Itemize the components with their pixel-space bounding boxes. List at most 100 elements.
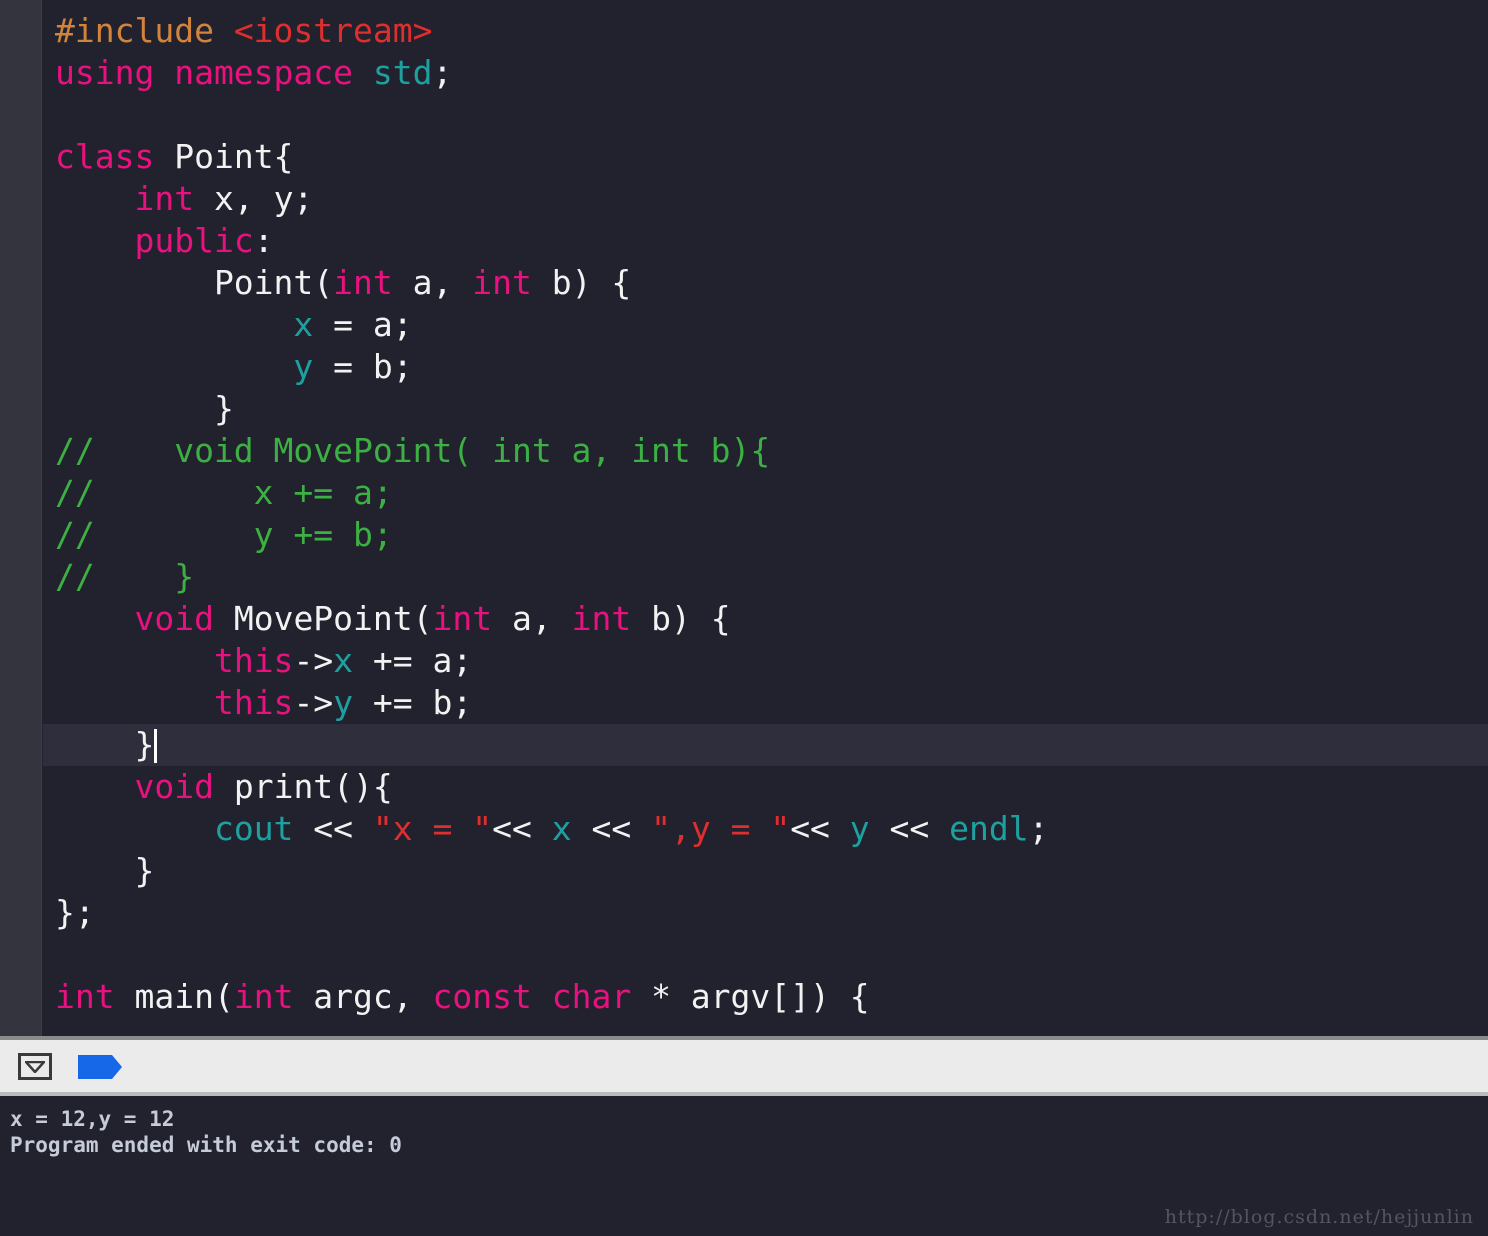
code-token: << — [790, 809, 850, 848]
code-text-area[interactable]: #include <iostream> using namespace std; c… — [43, 0, 1488, 1036]
code-token: int — [472, 263, 532, 302]
code-token: // x += a; — [55, 473, 393, 512]
code-line[interactable]: } — [43, 724, 1488, 766]
code-line[interactable]: // } — [43, 556, 1488, 598]
code-line[interactable]: Point(int a, int b) { — [43, 262, 1488, 304]
code-token: class — [55, 137, 175, 176]
code-line[interactable] — [43, 94, 1488, 136]
code-token: y — [849, 809, 870, 848]
code-lines-container: #include <iostream> using namespace std; c… — [43, 10, 1488, 1018]
xcode-editor-window: #include <iostream> using namespace std; c… — [0, 0, 1488, 1236]
code-line[interactable]: y = b; — [43, 346, 1488, 388]
code-token: argc, — [293, 977, 433, 1016]
code-token: a, — [492, 599, 572, 638]
editor-gutter[interactable] — [0, 0, 42, 1036]
code-line[interactable]: public: — [43, 220, 1488, 262]
code-line[interactable]: this->y += b; — [43, 682, 1488, 724]
code-token: this — [213, 641, 294, 680]
code-token: using namespace — [55, 53, 373, 92]
code-token: endl — [949, 809, 1029, 848]
code-token: * argv[]) { — [631, 977, 870, 1016]
watermark-url: http://blog.csdn.net/hejjunlin — [1164, 1206, 1474, 1228]
code-token: this — [213, 683, 294, 722]
code-token: x — [293, 305, 314, 344]
breakpoint-flag-icon — [78, 1055, 122, 1079]
code-line[interactable]: } — [43, 850, 1488, 892]
console-line: x = 12,y = 12 — [10, 1107, 175, 1131]
code-line[interactable]: cout << "x = "<< x << ",y = "<< y << end… — [43, 808, 1488, 850]
console-line: Program ended with exit code: 0 — [10, 1133, 402, 1157]
code-token: <iostream> — [233, 11, 433, 50]
code-editor-pane[interactable]: #include <iostream> using namespace std; c… — [0, 0, 1488, 1036]
code-token: += b; — [353, 683, 473, 722]
code-token: // } — [55, 557, 195, 596]
code-token: std — [372, 53, 433, 92]
code-token: int — [432, 599, 493, 638]
code-token: y — [333, 683, 354, 722]
code-token: // y += b; — [55, 515, 393, 554]
code-token: print(){ — [213, 767, 393, 806]
code-line[interactable]: x = a; — [43, 304, 1488, 346]
code-token: << — [293, 809, 373, 848]
code-token: // void MovePoint( int a, int b){ — [55, 431, 771, 470]
code-token: x, y; — [194, 179, 314, 218]
code-token: void — [134, 599, 214, 638]
code-token: int — [233, 977, 294, 1016]
code-token: public — [134, 221, 254, 260]
code-token: const char — [432, 977, 632, 1016]
code-token: void — [134, 767, 214, 806]
code-token: b) { — [531, 263, 632, 302]
code-token: cout — [213, 809, 294, 848]
code-line[interactable]: int x, y; — [43, 178, 1488, 220]
code-token: }; — [55, 893, 95, 932]
code-token: #include — [55, 11, 234, 50]
code-token: += a; — [353, 641, 473, 680]
code-token: -> — [293, 641, 334, 680]
code-token: : — [253, 221, 274, 260]
code-line[interactable]: int main(int argc, const char * argv[]) … — [43, 976, 1488, 1018]
code-token: "x = " — [372, 809, 493, 848]
code-token: MovePoint( — [213, 599, 433, 638]
code-token: } — [55, 389, 234, 428]
debug-area-toolbar[interactable] — [0, 1036, 1488, 1096]
code-token: } — [55, 725, 155, 764]
code-token: main( — [114, 977, 234, 1016]
code-line[interactable]: } — [43, 388, 1488, 430]
code-line[interactable]: #include <iostream> — [43, 10, 1488, 52]
code-line[interactable]: // x += a; — [43, 472, 1488, 514]
code-token: = a; — [313, 305, 413, 344]
code-token: x — [551, 809, 572, 848]
code-line[interactable]: class Point{ — [43, 136, 1488, 178]
code-token: int — [55, 977, 115, 1016]
code-token: << — [869, 809, 950, 848]
code-token: x — [333, 641, 354, 680]
code-line[interactable]: // y += b; — [43, 514, 1488, 556]
code-line[interactable]: using namespace std; — [43, 52, 1488, 94]
code-line[interactable]: void MovePoint(int a, int b) { — [43, 598, 1488, 640]
code-line[interactable] — [43, 934, 1488, 976]
code-token: ",y = " — [651, 809, 791, 848]
code-line[interactable]: }; — [43, 892, 1488, 934]
code-token: a, — [392, 263, 473, 302]
code-token: ; — [1028, 809, 1049, 848]
code-line[interactable]: void print(){ — [43, 766, 1488, 808]
code-token: y — [293, 347, 314, 386]
breakpoints-toggle-button[interactable] — [78, 1055, 122, 1079]
code-token: int — [134, 179, 195, 218]
code-line[interactable]: this->x += a; — [43, 640, 1488, 682]
code-token: Point( — [55, 263, 334, 302]
code-token: -> — [293, 683, 334, 722]
code-token: << — [492, 809, 552, 848]
show-hide-debug-area-button[interactable] — [18, 1053, 52, 1080]
code-token: Point{ — [174, 137, 294, 176]
code-token: } — [55, 851, 155, 890]
code-line[interactable]: // void MovePoint( int a, int b){ — [43, 430, 1488, 472]
code-token: int — [333, 263, 393, 302]
